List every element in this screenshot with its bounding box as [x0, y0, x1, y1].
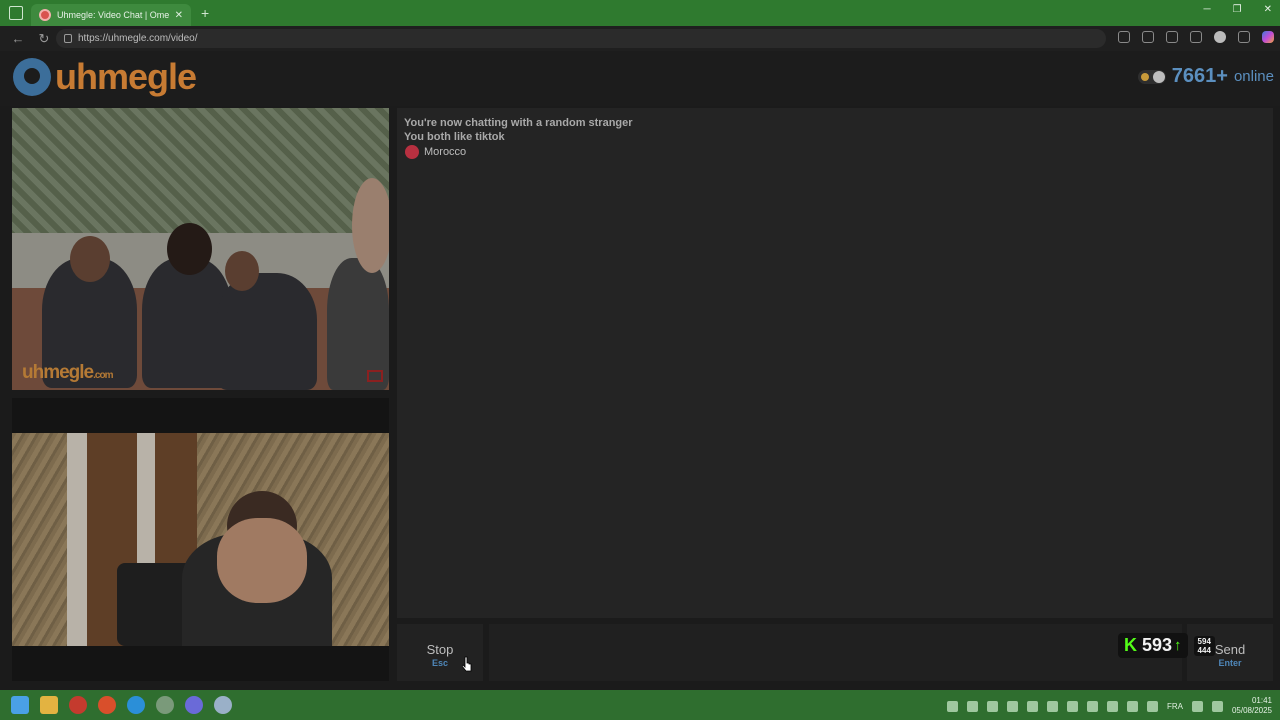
- opera-icon[interactable]: [69, 696, 87, 714]
- chrome-icon[interactable]: [98, 696, 116, 714]
- morocco-flag-icon: [405, 145, 419, 159]
- restore-icon[interactable]: ❐: [1233, 4, 1242, 15]
- lock-icon: [64, 34, 72, 43]
- report-flag-icon[interactable]: [367, 370, 383, 382]
- online-label: online: [1233, 68, 1274, 85]
- site-logo[interactable]: uhmegle: [13, 56, 197, 98]
- tray-app-icon[interactable]: [1086, 700, 1098, 712]
- clock[interactable]: 01:41 05/08/2025: [1232, 696, 1272, 716]
- microphone-icon[interactable]: [1146, 700, 1158, 712]
- new-tab-icon[interactable]: +: [201, 5, 209, 21]
- arrow-up-icon: ↑: [1174, 637, 1182, 654]
- send-shortcut: Enter: [1218, 658, 1242, 668]
- video-person-head: [225, 251, 259, 291]
- minimize-icon[interactable]: ─: [1204, 4, 1211, 15]
- video-person-head: [167, 223, 212, 275]
- self-video-footer: [12, 646, 389, 681]
- stat-bottom: 444: [1197, 645, 1211, 655]
- stop-label: Stop: [426, 642, 454, 657]
- chat-system-message: You're now chatting with a random strang…: [404, 117, 633, 129]
- file-explorer-icon[interactable]: [40, 696, 58, 714]
- tray-app-icon[interactable]: [986, 700, 998, 712]
- stream-overlay: K 593 ↑ 594 444: [1118, 633, 1215, 658]
- tray-app-icon[interactable]: [966, 700, 978, 712]
- address-bar-row: ← ↻ https://uhmegle.com/video/: [0, 26, 1280, 51]
- refresh-icon[interactable]: ↻: [36, 31, 52, 47]
- video-person-head: [352, 178, 389, 273]
- video-background: [12, 108, 389, 238]
- stop-button[interactable]: Stop Esc: [397, 624, 483, 681]
- tray-expand-icon[interactable]: [946, 700, 958, 712]
- back-icon[interactable]: ←: [10, 31, 26, 46]
- self-video-hand: [217, 518, 307, 603]
- tab-actions-icon[interactable]: [9, 6, 23, 20]
- edge-icon[interactable]: [127, 696, 145, 714]
- stranger-country: Morocco: [405, 145, 1273, 159]
- browser-tab[interactable]: Uhmegle: Video Chat | Ome ✕: [31, 4, 191, 26]
- stream-stats: 594 444: [1193, 635, 1215, 656]
- theme-toggle[interactable]: [1137, 69, 1166, 84]
- tab-title: Uhmegle: Video Chat | Ome: [57, 10, 169, 20]
- message-input[interactable]: [489, 624, 1182, 681]
- kick-viewer-count: K 593 ↑: [1118, 633, 1188, 658]
- kick-logo-icon: K: [1124, 635, 1137, 655]
- more-menu-icon[interactable]: [1238, 31, 1250, 43]
- settings-icon[interactable]: [214, 696, 232, 714]
- close-window-icon[interactable]: ✕: [1264, 4, 1272, 15]
- chrome-profile-icon[interactable]: [156, 696, 174, 714]
- mouse-cursor-icon: [462, 656, 472, 672]
- video-watermark: uhmegle.com: [22, 362, 113, 383]
- windows-taskbar: FRA 01:41 05/08/2025: [0, 690, 1280, 720]
- read-aloud-icon[interactable]: [1142, 31, 1154, 43]
- language-indicator[interactable]: FRA: [1167, 702, 1183, 711]
- tray-app-icon[interactable]: [1046, 700, 1058, 712]
- online-count: 7661+: [1171, 65, 1228, 87]
- clock-date: 05/08/2025: [1231, 706, 1272, 715]
- url-field[interactable]: https://uhmegle.com/video/: [56, 29, 1106, 48]
- camera-permission-icon[interactable]: [1118, 31, 1130, 43]
- logo-mark-icon: [13, 58, 51, 96]
- network-icon[interactable]: [1191, 700, 1203, 712]
- copilot-icon[interactable]: [1262, 31, 1274, 43]
- favorites-icon[interactable]: [1190, 31, 1202, 43]
- start-icon[interactable]: [11, 696, 29, 714]
- favorite-star-icon[interactable]: [1166, 31, 1178, 43]
- steam-icon[interactable]: [1106, 700, 1118, 712]
- tray-app-icon[interactable]: [1006, 700, 1018, 712]
- stat-top: 594: [1197, 636, 1211, 646]
- site-header: uhmegle 7661+ online: [0, 51, 1280, 106]
- stranger-video: uhmegle.com: [12, 108, 389, 390]
- tray-app-icon[interactable]: [1066, 700, 1078, 712]
- logo-text: uhmegle: [55, 56, 197, 97]
- self-video-door-frame: [67, 433, 87, 646]
- discord-icon[interactable]: [185, 696, 203, 714]
- video-person: [217, 273, 317, 390]
- video-person-head: [70, 236, 110, 282]
- tray-app-icon[interactable]: [1026, 700, 1038, 712]
- browser-title-bar: Uhmegle: Video Chat | Ome ✕ + ─ ❐ ✕: [0, 0, 1280, 26]
- system-tray: FRA 01:41 05/08/2025: [946, 696, 1272, 716]
- country-name: Morocco: [424, 146, 467, 158]
- chat-log: You're now chatting with a random strang…: [397, 108, 1273, 618]
- favicon-icon: [39, 9, 51, 21]
- profile-icon[interactable]: [1214, 31, 1226, 43]
- close-tab-icon[interactable]: ✕: [175, 10, 183, 21]
- clock-time: 01:41: [1251, 696, 1272, 705]
- online-indicator: 7661+ online: [1137, 65, 1274, 88]
- self-video: [12, 433, 389, 646]
- url-text: https://uhmegle.com/video/: [78, 33, 198, 44]
- video-divider: [12, 398, 389, 433]
- viewer-count: 593: [1142, 635, 1173, 655]
- tray-app-icon[interactable]: [1126, 700, 1138, 712]
- chat-system-message: You both like tiktok: [404, 131, 505, 143]
- volume-icon[interactable]: [1211, 700, 1223, 712]
